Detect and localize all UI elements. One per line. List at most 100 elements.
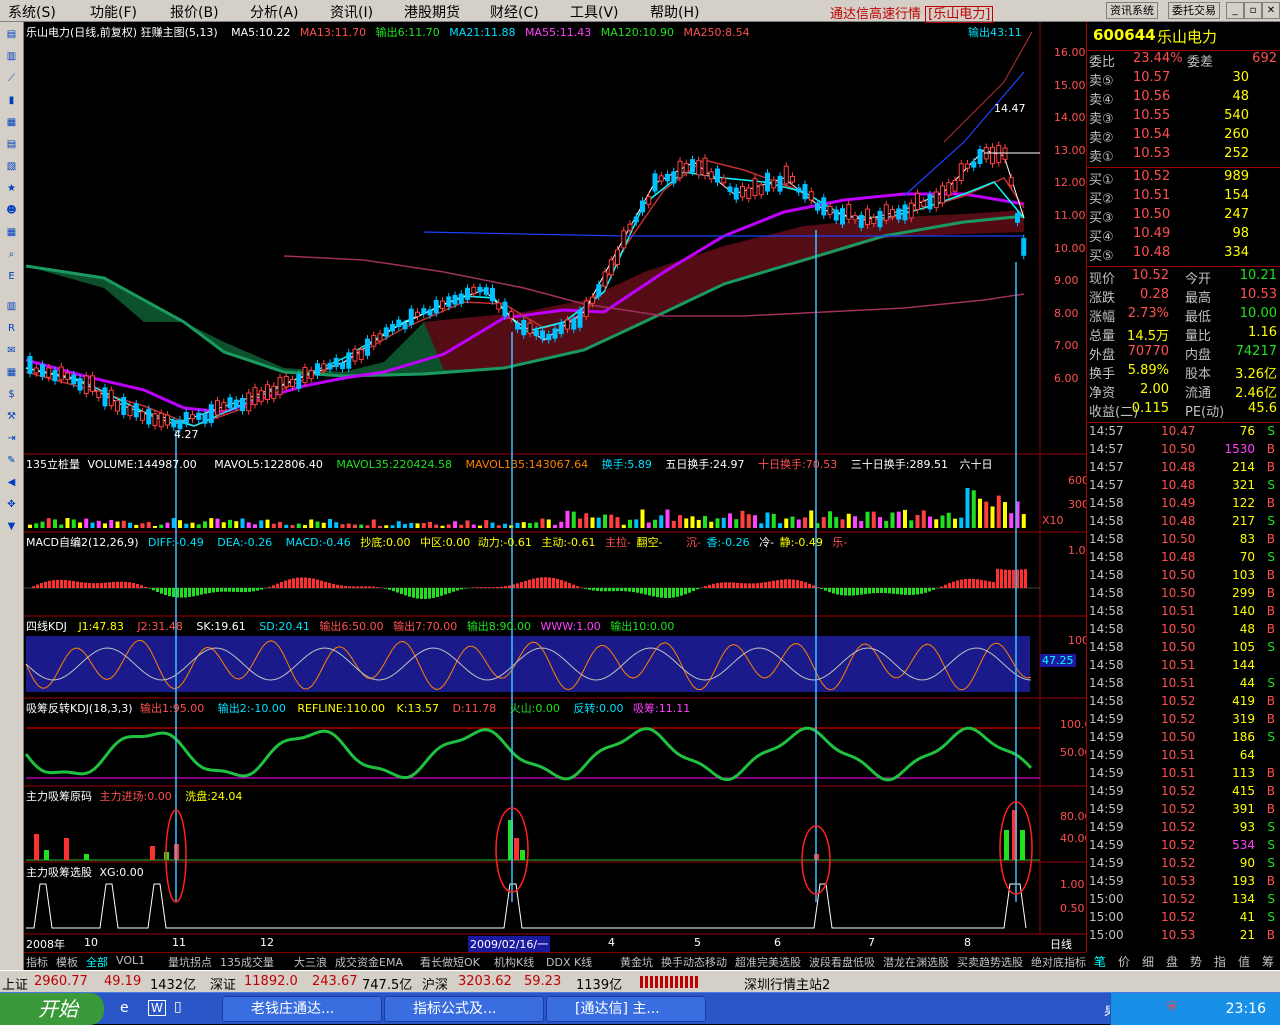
macd-bar (840, 588, 843, 595)
kline-chart[interactable]: 乐山电力(日线,前复权) 狂赚主图(5,13) MA5:10.22 MA13:1… (24, 22, 1086, 952)
f10-icon[interactable]: ▧ (3, 158, 20, 175)
indicator-tab[interactable]: 波段看盘低吸 (809, 954, 875, 970)
indicator-tab[interactable]: 机构K线 (494, 954, 534, 970)
panel-tab[interactable]: 笔 (1094, 953, 1106, 970)
task-laoqianzhuang[interactable]: 老钱庄通达... (222, 996, 382, 1022)
menu-info[interactable]: 资讯(I) (330, 2, 373, 22)
indicator-tab[interactable]: 买卖趋势选股 (957, 954, 1023, 970)
candle (722, 178, 726, 183)
menu-function[interactable]: 功能(F) (90, 2, 137, 22)
tick-side: S (1267, 730, 1275, 744)
info-system-button[interactable]: 资讯系统 (1106, 2, 1158, 19)
grid-icon[interactable]: ▦ (3, 224, 20, 241)
macd-bar (348, 586, 351, 588)
volume-bar (391, 525, 395, 528)
volume-bar (972, 490, 976, 528)
task-formula[interactable]: 指标公式及... (384, 996, 544, 1022)
menu-system[interactable]: 系统(S) (8, 2, 56, 22)
indicator-tab[interactable]: 大三浪 (294, 954, 327, 970)
move-icon[interactable]: ✥ (3, 496, 20, 513)
rsi-icon[interactable]: R (3, 320, 20, 337)
panel-tab[interactable]: 值 (1238, 953, 1250, 970)
bars-icon[interactable]: ▥ (3, 298, 20, 315)
tick-side: S (1267, 640, 1275, 654)
period-label[interactable]: 日线 (1050, 936, 1072, 952)
minute-chart-icon[interactable]: ▥ (3, 48, 20, 65)
volume-bar (384, 525, 388, 528)
shield-icon[interactable]: ⛨ (1167, 1000, 1177, 1015)
ie-icon[interactable]: e (120, 1000, 129, 1016)
minimize-icon[interactable]: _ (1226, 2, 1244, 19)
ask-row: 卖④10.5648 (1087, 89, 1280, 108)
volume-bar (628, 520, 632, 528)
candle (709, 172, 713, 179)
search-icon[interactable]: ⌕ (3, 246, 20, 263)
report-icon[interactable]: ▦ (3, 114, 20, 131)
indicator-tab[interactable]: 成交资金EMA (335, 954, 403, 970)
exit-icon[interactable]: ⇥ (3, 430, 20, 447)
panel-tab[interactable]: 筹 (1262, 953, 1274, 970)
indicator-tab[interactable]: 超准完美选股 (735, 954, 801, 970)
word-icon[interactable]: W (148, 1000, 166, 1016)
table-icon[interactable]: ▤ (3, 136, 20, 153)
tick-price: 10.52 (1161, 838, 1195, 852)
pencil-icon[interactable]: ✎ (3, 452, 20, 469)
price-tick: 15.00 (1054, 79, 1086, 92)
tick-volume: 44 (1240, 676, 1255, 690)
mail-icon[interactable]: ✉ (3, 342, 20, 359)
trend-icon[interactable]: ⟋ (3, 70, 20, 87)
menu-tools[interactable]: 工具(V) (570, 2, 619, 22)
close-icon[interactable]: ✕ (1262, 2, 1280, 19)
dollar-icon[interactable]: $ (3, 386, 20, 403)
indicator-tab[interactable]: 指标 (26, 954, 48, 970)
arrow-down-icon[interactable]: ▼ (3, 518, 20, 535)
indicator-tab[interactable]: 模板 (56, 954, 78, 970)
panel-tab[interactable]: 指 (1214, 953, 1226, 970)
menu-hk-futures[interactable]: 港股期货 (404, 2, 460, 22)
arrow-left-icon[interactable]: ◀ (3, 474, 20, 491)
start-button[interactable]: 开始 (0, 993, 104, 1025)
menu-analysis[interactable]: 分析(A) (250, 2, 299, 22)
etf-icon[interactable]: E (3, 268, 20, 285)
window-icon[interactable]: ▯ (174, 999, 182, 1015)
volume-bar (1022, 514, 1026, 528)
indicator-tab[interactable]: 135成交量 (220, 954, 274, 970)
candle (166, 415, 170, 425)
users-icon[interactable]: ☻ (3, 202, 20, 219)
macd-bar (860, 588, 863, 595)
star-icon[interactable]: ★ (3, 180, 20, 197)
volume-bar (528, 523, 532, 528)
menu-finance[interactable]: 财经(C) (490, 2, 539, 22)
menu-help[interactable]: 帮助(H) (650, 2, 699, 22)
macd-bar (136, 584, 139, 588)
indicator-tab[interactable]: VOL1 (116, 954, 145, 967)
indicator-tab[interactable]: 黄金坑 (620, 954, 653, 970)
windows-taskbar: 开始 e W ▯ 老钱庄通达... 指标公式及... [通达信] 主... 桌面… (0, 992, 1280, 1024)
kline-icon[interactable]: ▮ (3, 92, 20, 109)
calc-icon[interactable]: ▦ (3, 364, 20, 381)
volume-bar (59, 525, 63, 528)
indicator-tab[interactable]: 量坑拐点 (168, 954, 212, 970)
volume-bar (147, 522, 151, 528)
panel-tab[interactable]: 细 (1142, 953, 1154, 970)
restore-icon[interactable]: ▫ (1244, 2, 1262, 19)
candle (853, 216, 857, 220)
panel-tab[interactable]: 价 (1118, 953, 1130, 970)
panel-tab[interactable]: 盘 (1166, 953, 1178, 970)
ask-row: 卖⑤10.5730 (1087, 70, 1280, 89)
panel-tab[interactable]: 势 (1190, 953, 1202, 970)
trade-button[interactable]: 委托交易 (1168, 2, 1220, 19)
quote-value: 45.6 (1248, 401, 1277, 416)
macd-bar (228, 588, 231, 592)
indicator-tab[interactable]: 潜龙在渊选股 (883, 954, 949, 970)
tool-icon[interactable]: ⚒ (3, 408, 20, 425)
menu-quote[interactable]: 报价(B) (170, 2, 219, 22)
quote-list-icon[interactable]: ▤ (3, 26, 20, 43)
indicator-tab[interactable]: 看长做短OK (420, 954, 480, 970)
indicator-tab[interactable]: 全部 (86, 954, 108, 970)
task-tdx-main[interactable]: [通达信] 主... (546, 996, 706, 1022)
indicator-tab[interactable]: DDX K线 (546, 954, 592, 970)
candle (491, 288, 495, 300)
volume-bar (403, 524, 407, 528)
indicator-tab[interactable]: 换手动态移动 (661, 954, 727, 970)
